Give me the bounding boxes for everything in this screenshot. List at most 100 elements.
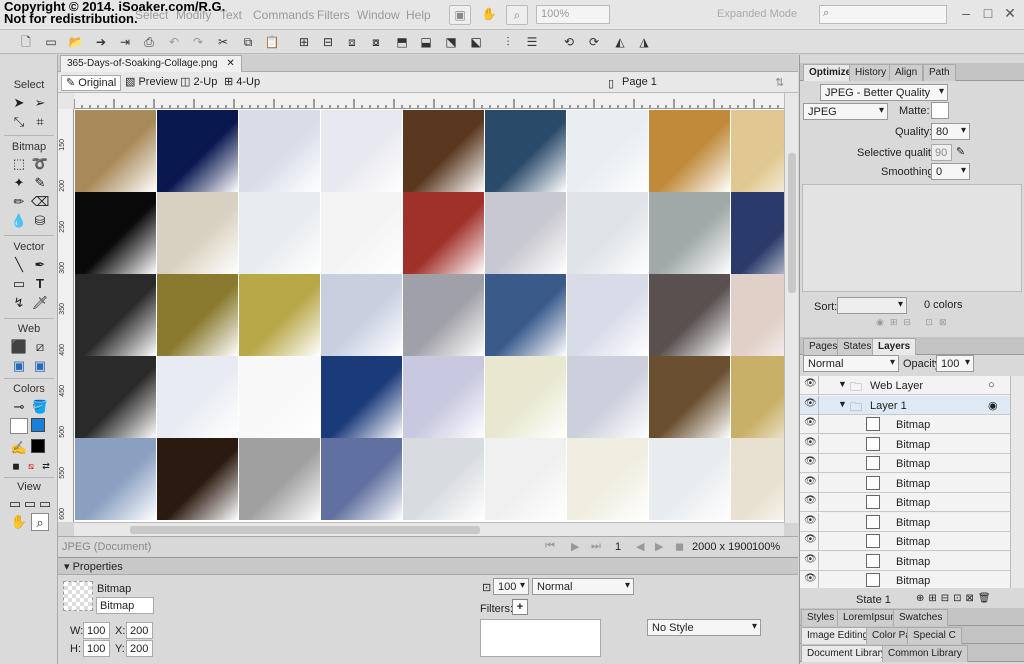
matte-swatch[interactable]	[931, 102, 949, 119]
eye-icon[interactable]: 👁	[804, 417, 817, 428]
menu-commands[interactable]: Commands	[253, 8, 314, 22]
undo-icon[interactable]: ↶	[166, 34, 182, 50]
lock-column[interactable]	[818, 434, 819, 454]
tab-path[interactable]: Path	[923, 64, 956, 81]
flip-vertical-icon[interactable]: ◮	[636, 34, 652, 50]
standard-screen-icon[interactable]: ▣	[449, 5, 471, 25]
align-menu-icon[interactable]: ☰	[524, 34, 540, 50]
layer-opacity-select[interactable]: 100	[936, 355, 974, 372]
tab-common-library[interactable]: Common Library	[882, 645, 968, 662]
view-2up-button[interactable]: ◫ 2-Up	[176, 75, 221, 91]
blur-icon[interactable]: 💧	[10, 212, 28, 230]
paint-bucket-icon[interactable]: 🪣	[31, 398, 49, 416]
first-frame-icon[interactable]: ⏮	[545, 540, 555, 553]
pointer-icon[interactable]: ➤	[10, 94, 28, 112]
marquee-icon[interactable]: ⬚	[10, 155, 28, 173]
eye-icon[interactable]: 👁	[804, 456, 817, 467]
paint-stroke-icon[interactable]: ✍	[10, 439, 28, 457]
import-icon[interactable]: ➔	[93, 34, 109, 50]
search-input[interactable]: ⌕	[819, 5, 947, 24]
layer-target-icon[interactable]: ◉	[988, 399, 998, 412]
layer-folder-row[interactable]: 👁 ▼ 🗀 Web Layer ○	[800, 376, 1010, 395]
blend-mode-select[interactable]: Normal	[532, 578, 634, 595]
play-icon[interactable]: ▶	[571, 540, 579, 553]
new-page-icon[interactable]: ▭	[43, 34, 59, 50]
eye-icon[interactable]: 👁	[804, 437, 817, 448]
close-tab-icon[interactable]: ✕	[226, 58, 234, 69]
lock-column[interactable]	[818, 532, 819, 551]
layer-row[interactable]: 👁 Bitmap	[800, 551, 1010, 571]
brush-icon[interactable]: ✎	[31, 174, 49, 192]
document-tab[interactable]: 365-Days-of-Soaking-Collage.png ✕	[60, 55, 242, 72]
layers-scrollbar[interactable]	[1010, 376, 1024, 588]
eye-icon[interactable]: 👁	[804, 378, 817, 389]
vertical-scrollbar[interactable]	[784, 93, 798, 523]
tab-special-characters[interactable]: Special C	[907, 627, 962, 644]
edit-selective-icon[interactable]: ✎	[956, 145, 965, 158]
new-file-icon[interactable]: 🗋	[18, 34, 34, 50]
status-zoom[interactable]: 100%	[752, 541, 780, 553]
eye-icon[interactable]: 👁	[804, 515, 817, 526]
hotspot-icon[interactable]: ⬛	[10, 338, 28, 356]
tab-image-editing[interactable]: Image Editing	[801, 627, 875, 644]
y-field[interactable]: 200	[126, 640, 153, 657]
expand-icon[interactable]: ▼	[838, 399, 847, 409]
hand-tool-icon[interactable]: ✋	[478, 5, 500, 25]
eyedropper-icon[interactable]: ⊸	[10, 398, 28, 416]
document-canvas[interactable]	[74, 109, 784, 522]
layer-row[interactable]: 👁 Bitmap	[800, 493, 1010, 512]
object-name-field[interactable]: Bitmap	[96, 597, 154, 614]
group-icon[interactable]: ⊞	[296, 34, 312, 50]
height-field[interactable]: 100	[83, 640, 110, 657]
stroke-icon[interactable]	[10, 418, 28, 434]
lock-column[interactable]	[818, 395, 819, 415]
tab-document-library[interactable]: Document Library	[801, 645, 892, 662]
stop-icon[interactable]: ◼	[675, 540, 684, 553]
send-to-back-icon[interactable]: ⬕	[468, 34, 484, 50]
pen-icon[interactable]: ✒	[31, 256, 49, 274]
style-select[interactable]: No Style	[647, 619, 761, 636]
redo-icon[interactable]: ↷	[190, 34, 206, 50]
tab-align[interactable]: Align	[889, 64, 924, 81]
fill-color-swatch[interactable]	[31, 418, 45, 432]
swap-colors-icon[interactable]: ⇄	[37, 457, 55, 475]
eye-icon[interactable]: 👁	[804, 476, 817, 487]
paste-icon[interactable]: 📋	[264, 34, 280, 50]
eraser-icon[interactable]: ⌫	[31, 193, 49, 211]
opacity-select[interactable]: 100	[493, 578, 529, 595]
filters-list[interactable]	[480, 619, 601, 657]
lock-column[interactable]	[818, 454, 819, 473]
menu-help[interactable]: Help	[406, 8, 431, 22]
lock-column[interactable]	[818, 376, 819, 395]
bring-forward-icon[interactable]: ⬓	[418, 34, 434, 50]
sort-select[interactable]	[837, 297, 907, 314]
tab-styles[interactable]: Styles	[801, 609, 841, 626]
lock-column[interactable]	[818, 571, 819, 588]
smoothing-select[interactable]: 0	[931, 163, 970, 180]
layer-target-icon[interactable]: ○	[988, 379, 995, 391]
bring-to-front-icon[interactable]: ⬒	[394, 34, 410, 50]
tab-layers[interactable]: Layers	[872, 338, 917, 355]
menu-window[interactable]: Window	[357, 8, 400, 22]
expand-icon[interactable]: ▼	[838, 379, 847, 389]
flip-horizontal-icon[interactable]: ◭	[612, 34, 628, 50]
crop-icon[interactable]: ⌗	[31, 113, 49, 131]
hand-icon[interactable]: ✋	[10, 513, 28, 531]
horizontal-scroll-thumb[interactable]	[130, 526, 480, 534]
lasso-icon[interactable]: ➰	[31, 155, 49, 173]
layer-row[interactable]: 👁 Bitmap	[800, 571, 1010, 588]
full-screen-icon[interactable]: ▭	[36, 495, 54, 513]
lock-column[interactable]	[818, 551, 819, 571]
cut-icon[interactable]: ✂	[215, 34, 231, 50]
zoom-icon[interactable]: ⌕	[31, 513, 49, 531]
ungroup-icon[interactable]: ⊟	[320, 34, 336, 50]
x-field[interactable]: 200	[126, 622, 153, 639]
layer-row[interactable]: 👁 Bitmap	[800, 473, 1010, 493]
layer-row[interactable]: 👁 Bitmap	[800, 512, 1010, 532]
freeform-icon[interactable]: ↯	[10, 294, 28, 312]
horizontal-scrollbar[interactable]	[74, 522, 784, 536]
tab-swatches[interactable]: Swatches	[893, 609, 949, 626]
recycle-icon[interactable]: ⇅	[775, 76, 784, 89]
layer-row[interactable]: 👁 Bitmap	[800, 434, 1010, 454]
layer-buttons[interactable]: ⊕⊞⊟⊡⊠🗑	[916, 593, 995, 604]
